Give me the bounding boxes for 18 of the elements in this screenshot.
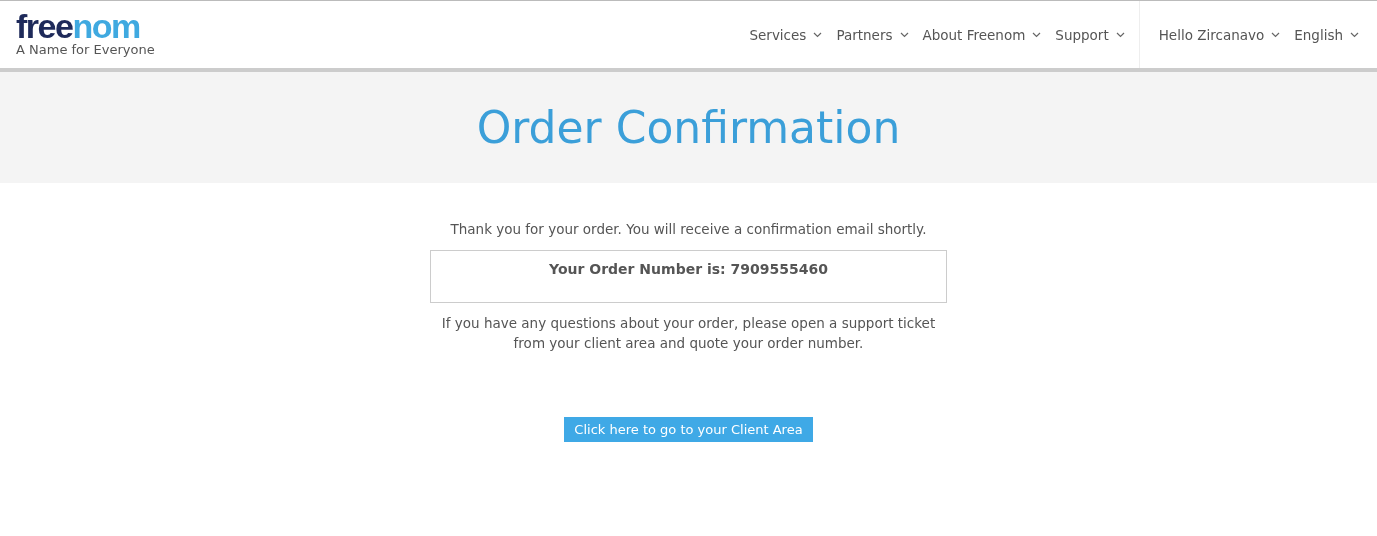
- nav-menu-item[interactable]: Support: [1055, 26, 1125, 43]
- chevron-down-icon: [1271, 31, 1281, 38]
- chevron-down-icon: [899, 31, 909, 38]
- page-title: Order Confirmation: [476, 102, 901, 153]
- logo[interactable]: freenom: [16, 11, 155, 41]
- chevron-down-icon: [1032, 31, 1042, 38]
- nav-menu-item[interactable]: Partners: [836, 26, 909, 43]
- account-menu-item[interactable]: English: [1294, 26, 1359, 43]
- chevron-down-icon: [1115, 31, 1125, 38]
- chevron-down-icon: [813, 31, 823, 38]
- chevron-down-icon: [1350, 31, 1359, 38]
- account-menu-item[interactable]: Hello Zircanavo: [1158, 26, 1281, 43]
- logo-tagline: A Name for Everyone: [16, 42, 155, 57]
- order-number-panel: Your Order Number is: 7909555460: [430, 250, 947, 303]
- thanks-message: Thank you for your order. You will receive a confirmation email shortly.: [450, 221, 927, 237]
- nav-menu-item[interactable]: About Freenom: [922, 26, 1042, 43]
- nav-menu-item[interactable]: Services: [749, 26, 823, 43]
- help-message: If you have any questions about your order, please open a support ticket from your client area and quote your order number.: [440, 314, 937, 353]
